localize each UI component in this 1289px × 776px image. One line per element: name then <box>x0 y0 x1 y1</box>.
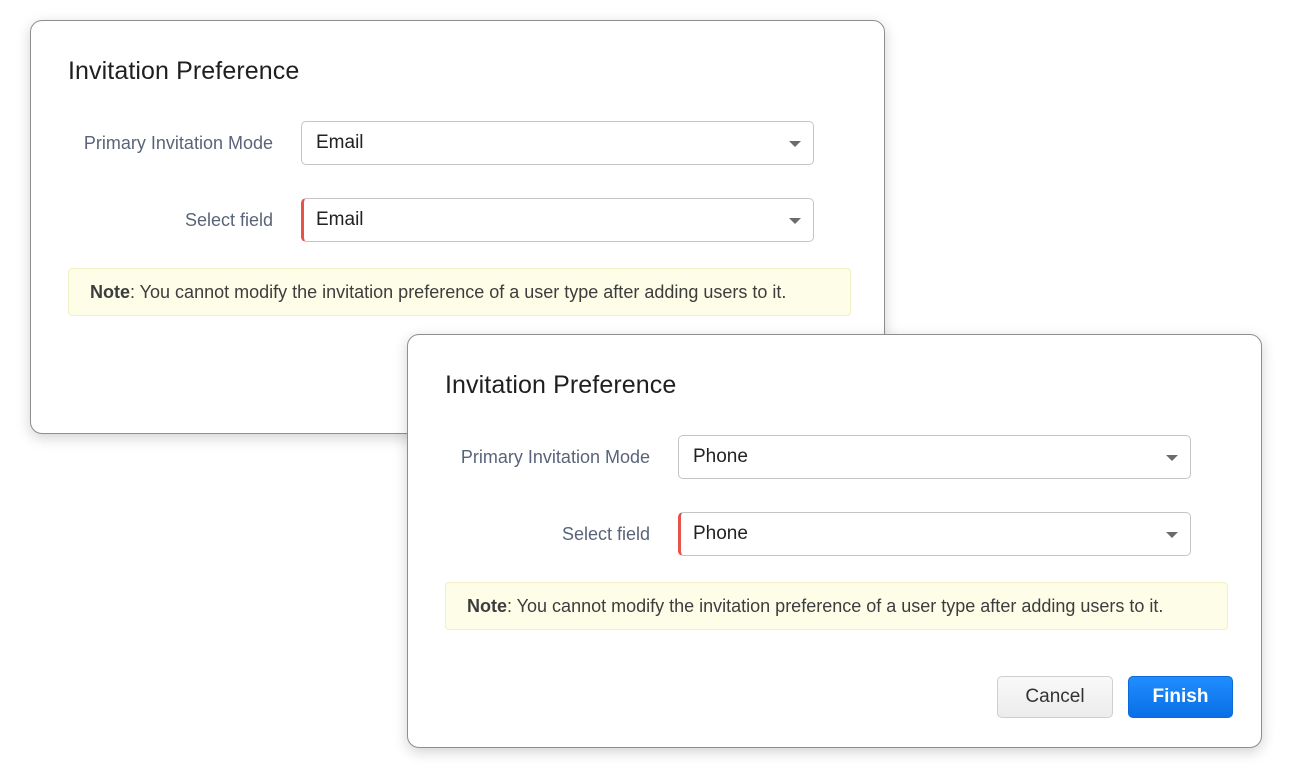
dialog-title: Invitation Preference <box>68 57 300 85</box>
primary-invitation-mode-label: Primary Invitation Mode <box>83 133 273 153</box>
note-banner: Note: You cannot modify the invitation p… <box>68 268 851 316</box>
dialog-title: Invitation Preference <box>445 371 677 399</box>
finish-button[interactable]: Finish <box>1128 676 1233 718</box>
select-field-label: Select field <box>184 210 273 230</box>
select-field-select[interactable]: Phone <box>678 512 1191 556</box>
chevron-down-icon <box>789 141 801 147</box>
invitation-preference-dialog-phone: Invitation Preference Primary Invitation… <box>407 334 1262 748</box>
chevron-down-icon <box>1166 455 1178 461</box>
select-field-value: Phone <box>693 523 748 544</box>
primary-invitation-mode-value: Email <box>316 132 364 153</box>
chevron-down-icon <box>789 218 801 224</box>
primary-invitation-mode-row: Primary Invitation Mode Email <box>31 121 884 165</box>
primary-invitation-mode-value: Phone <box>693 446 748 467</box>
select-field-label: Select field <box>561 524 650 544</box>
primary-invitation-mode-select[interactable]: Phone <box>678 435 1191 479</box>
note-prefix: Note <box>90 282 130 302</box>
note-text: : You cannot modify the invitation prefe… <box>130 282 787 302</box>
select-field-select[interactable]: Email <box>301 198 814 242</box>
select-field-row: Select field Email <box>31 198 884 242</box>
cancel-button[interactable]: Cancel <box>997 676 1113 718</box>
note-banner: Note: You cannot modify the invitation p… <box>445 582 1228 630</box>
note-prefix: Note <box>467 596 507 616</box>
primary-invitation-mode-label: Primary Invitation Mode <box>460 447 650 467</box>
primary-invitation-mode-row: Primary Invitation Mode Phone <box>408 435 1261 479</box>
note-text: : You cannot modify the invitation prefe… <box>507 596 1164 616</box>
screenshot-stage: Invitation Preference Primary Invitation… <box>0 0 1289 776</box>
select-field-value: Email <box>316 209 364 230</box>
primary-invitation-mode-select[interactable]: Email <box>301 121 814 165</box>
select-field-row: Select field Phone <box>408 512 1261 556</box>
chevron-down-icon <box>1166 532 1178 538</box>
